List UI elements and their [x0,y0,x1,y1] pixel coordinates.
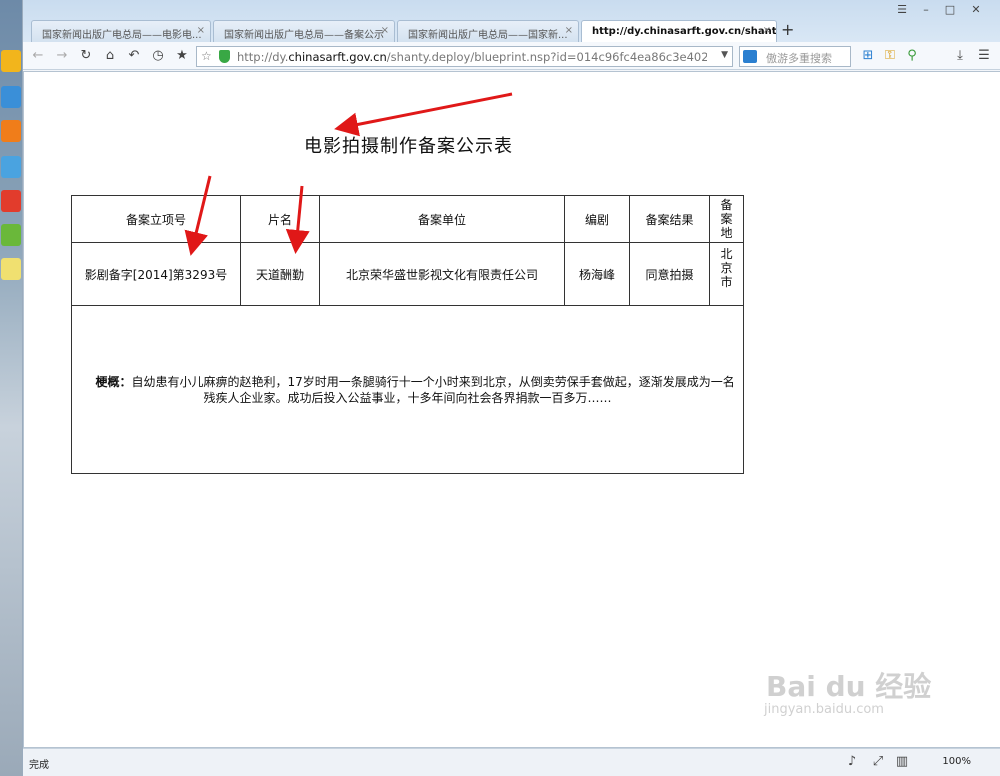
settings-menu-icon[interactable]: ☰ [975,47,993,65]
search-placeholder: 傲游多重搜索 [766,52,832,65]
tab-label: 国家新闻出版广电总局——国家新... [408,30,568,41]
url-text: http://dy.chinasarft.gov.cn/shanty.deplo… [237,50,707,64]
close-window-icon[interactable]: ✕ [965,3,987,17]
smile-icon[interactable] [1,224,21,246]
tab-bar: 国家新闻出版广电总局——电影电... × 国家新闻出版广电总局——备案公示 × … [23,0,1000,43]
header-cell: 片名 [240,195,320,243]
game-icon[interactable] [1,156,21,178]
close-icon[interactable]: × [197,25,205,36]
home-icon[interactable]: ⌂ [101,47,119,65]
arrow-to-title [334,92,513,137]
zoom-level[interactable]: 100% [942,756,971,767]
new-tab-button[interactable]: + [781,20,794,39]
header-cell: 备案单位 [319,195,565,243]
history-icon[interactable]: ◷ [149,47,167,65]
header-cell: 备案地 [709,195,744,243]
page-viewport: 电影拍摄制作备案公示表 备案立项号 片名 备案单位 编剧 备案结果 备案地 影剧… [23,71,1000,748]
status-bar: 完成 ♪ ⤢ ▥ 100% [23,748,1000,776]
tab-2[interactable]: 国家新闻出版广电总局——备案公示 × [213,20,395,42]
baidu-watermark: Bai du 经验 [766,670,932,703]
fullscreen-icon[interactable]: ⤢ [869,753,887,771]
screenwriter: 杨海峰 [564,242,630,306]
summary-text: 自幼患有小儿麻痹的赵艳利，17岁时用一条腿骑行十一个小时来到北京，从倒卖劳保手套… [131,374,735,405]
film-title: 天道酬勤 [240,242,320,306]
desktop-side-strip [0,0,22,776]
tab-1[interactable]: 国家新闻出版广电总局——电影电... × [31,20,211,42]
tab-label: http://dy.chinasarft.gov.cn/shanty.... [592,26,777,37]
sound-icon[interactable]: ♪ [843,753,861,771]
summary-cell: 梗概：自幼患有小儿麻痹的赵艳利，17岁时用一条腿骑行十一个小时来到北京，从倒卖劳… [71,305,744,474]
favorites-icon[interactable]: ★ [173,47,191,65]
search-engine-icon[interactable] [743,50,757,63]
header-cell: 编剧 [564,195,630,243]
filing-location: 北京市 [709,242,744,306]
close-icon[interactable]: × [565,25,573,36]
record-number: 影剧备字[2014]第3293号 [71,242,241,306]
table-row: 影剧备字[2014]第3293号 天道酬勤 北京荣华盛世影视文化有限责任公司 杨… [71,242,744,306]
download-icon[interactable] [1,86,21,108]
tab-label: 国家新闻出版广电总局——备案公示 [224,30,384,41]
star-icon[interactable] [1,50,21,72]
minimize-icon[interactable]: – [915,3,937,17]
tab-3[interactable]: 国家新闻出版广电总局——国家新... × [397,20,579,42]
filing-unit: 北京荣华盛世影视文化有限责任公司 [319,242,565,306]
forward-icon[interactable]: → [53,47,71,65]
filing-result: 同意拍摄 [629,242,710,306]
translate-icon[interactable]: ⊞ [859,47,877,65]
page-title: 电影拍摄制作备案公示表 [304,136,513,157]
summary-row: 梗概：自幼患有小儿麻痹的赵艳利，17岁时用一条腿骑行十一个小时来到北京，从倒卖劳… [71,305,744,474]
maximize-icon[interactable]: □ [939,3,961,17]
header-cell: 备案结果 [629,195,710,243]
download-manager-icon[interactable]: ⤓ [951,47,969,65]
nav-toolbar: ← → ↻ ⌂ ↶ ◷ ★ ☆ http://dy.chinasarft.gov… [23,42,1000,70]
tools-icon[interactable]: ⚲ [903,47,921,65]
secure-shield-icon [219,50,230,63]
weibo-icon[interactable] [1,190,21,212]
search-box[interactable]: 傲游多重搜索 [739,46,851,67]
tab-label: 国家新闻出版广电总局——电影电... [42,30,202,41]
note-icon[interactable] [1,258,21,280]
table-header-row: 备案立项号 片名 备案单位 编剧 备案结果 备案地 [71,195,744,243]
back-icon[interactable]: ← [29,47,47,65]
summary-label: 梗概： [95,374,132,389]
key-icon[interactable]: ⚿ [881,47,899,65]
split-view-icon[interactable]: ▥ [893,753,911,771]
menu-icon[interactable]: ☰ [891,3,913,17]
refresh-icon[interactable]: ↻ [77,47,95,65]
address-bar[interactable]: ☆ http://dy.chinasarft.gov.cn/shanty.dep… [196,46,733,67]
status-text: 完成 [29,760,49,771]
record-table: 备案立项号 片名 备案单位 编剧 备案结果 备案地 影剧备字[2014]第329… [71,195,744,474]
header-cell: 备案立项号 [71,195,241,243]
close-icon[interactable]: × [763,25,771,36]
close-icon[interactable]: × [381,25,389,36]
baidu-watermark-url: jingyan.baidu.com [764,702,884,717]
rss-icon[interactable] [1,120,21,142]
undo-icon[interactable]: ↶ [125,47,143,65]
dropdown-icon[interactable]: ▼ [721,50,728,60]
tab-4[interactable]: http://dy.chinasarft.gov.cn/shanty.... × [581,20,777,43]
bookmark-star-icon[interactable]: ☆ [201,49,212,63]
browser-window: 国家新闻出版广电总局——电影电... × 国家新闻出版广电总局——备案公示 × … [22,0,1000,776]
